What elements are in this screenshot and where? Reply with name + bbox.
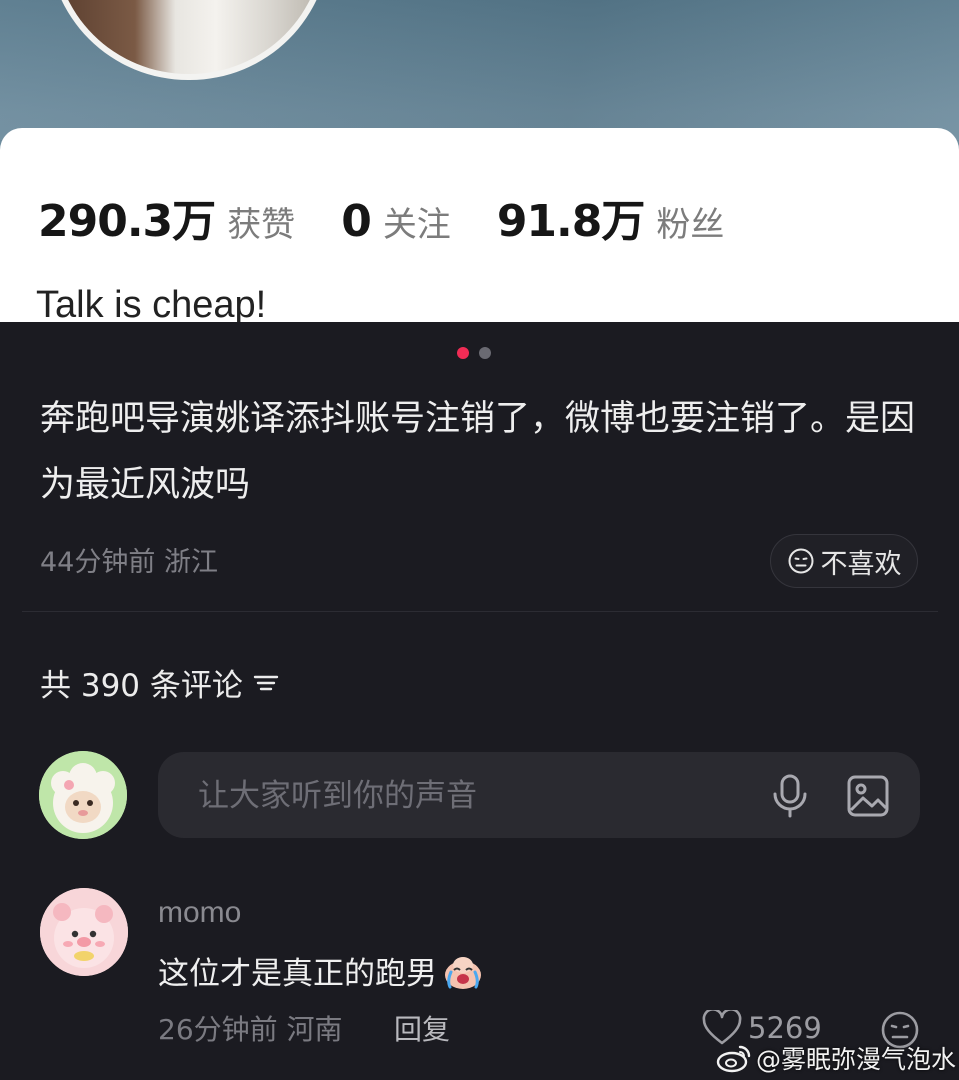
post-meta: 44分钟前 浙江 bbox=[40, 547, 218, 578]
followers-label[interactable]: 粉丝 bbox=[656, 197, 724, 246]
commenter-avatar[interactable] bbox=[40, 888, 128, 976]
comment-text: 这位才是真正的跑男 bbox=[158, 956, 437, 992]
comment-username[interactable]: momo bbox=[158, 896, 241, 930]
comment-input[interactable] bbox=[196, 752, 760, 840]
post-text: 奔跑吧导演姚译添抖账号注销了，微博也要注销了。是因为最近风波吗 bbox=[40, 399, 916, 505]
comment-count: 共 390 条评论 bbox=[40, 668, 243, 704]
dislike-face-icon bbox=[788, 548, 813, 574]
likes-count: 290.3万 bbox=[38, 196, 216, 247]
comment-meta: 26分钟前 河南 bbox=[158, 1013, 343, 1046]
image-icon[interactable] bbox=[846, 774, 890, 818]
pager-dot-active bbox=[457, 347, 469, 359]
following-label[interactable]: 关注 bbox=[383, 197, 451, 246]
pager-dot bbox=[479, 347, 491, 359]
sheep-avatar-icon bbox=[39, 751, 127, 839]
pig-avatar-icon bbox=[40, 888, 128, 976]
comment-count-sort[interactable]: 共 390 条评论 bbox=[40, 660, 279, 705]
mic-icon[interactable] bbox=[770, 774, 810, 818]
divider bbox=[22, 611, 938, 612]
likes-label[interactable]: 获赞 bbox=[227, 197, 295, 246]
watermark: @雾眠弥漫气泡水 bbox=[716, 1040, 956, 1076]
reply-button[interactable]: 回复 bbox=[394, 1008, 450, 1048]
image-pager bbox=[457, 347, 491, 359]
following-count: 0 bbox=[341, 196, 372, 247]
profile-header: 290.3万 获赞 0 关注 91.8万 粉丝 Talk is cheap! bbox=[0, 0, 959, 322]
weibo-logo-icon bbox=[716, 1045, 751, 1073]
comment-composer[interactable] bbox=[158, 752, 920, 840]
sort-icon[interactable] bbox=[253, 672, 279, 694]
followers-count: 91.8万 bbox=[496, 196, 646, 247]
dislike-label: 不喜欢 bbox=[820, 548, 902, 580]
crying-emoji-icon bbox=[445, 956, 481, 989]
comment-text-row: 这位才是真正的跑男 bbox=[158, 948, 485, 993]
profile-bio: Talk is cheap! bbox=[36, 284, 267, 322]
my-avatar[interactable] bbox=[39, 751, 127, 839]
dislike-button[interactable]: 不喜欢 bbox=[770, 534, 918, 588]
watermark-text: @雾眠弥漫气泡水 bbox=[756, 1045, 957, 1074]
profile-stats: 290.3万 获赞 0 关注 91.8万 粉丝 bbox=[38, 185, 770, 249]
